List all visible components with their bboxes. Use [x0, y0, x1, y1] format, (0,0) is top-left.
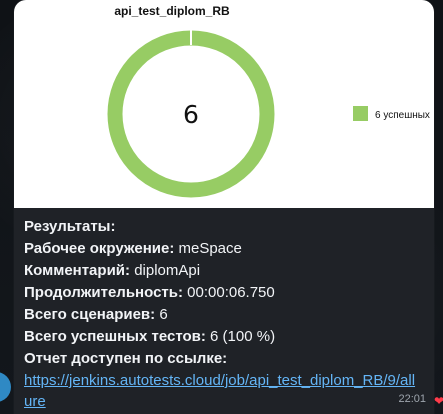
environment-line: Рабочее окружение: meSpace [24, 238, 426, 260]
legend-label-success: 6 успешных [375, 110, 430, 121]
message-bubble[interactable]: api_test_diplom_RB 6 6 успешных Результа… [14, 0, 434, 414]
scenarios-label: Всего сценариев: [24, 306, 156, 323]
allure-chart-image[interactable]: api_test_diplom_RB 6 6 успешных [14, 0, 434, 208]
report-link-label: Отчет доступен по ссылке: [24, 350, 228, 367]
legend-swatch-success [353, 106, 368, 121]
successful-tests-label: Всего успешных тестов: [24, 328, 206, 345]
scenarios-line: Всего сценариев: 6 [24, 304, 426, 326]
environment-value: meSpace [178, 240, 242, 257]
message-text: Результаты: Рабочее окружение: meSpace К… [24, 216, 426, 412]
center-value: 6 [183, 100, 199, 129]
donut-chart: 6 6 успешных [107, 30, 430, 198]
environment-label: Рабочее окружение: [24, 240, 175, 257]
comment-line: Комментарий: diplomApi [24, 260, 426, 282]
comment-label: Комментарий: [24, 262, 131, 279]
successful-tests-line: Всего успешных тестов: 6 (100 %) [24, 326, 426, 348]
duration-value: 00:00:06.750 [187, 284, 275, 301]
message-time: 22:01 [398, 393, 426, 405]
allure-report-link[interactable]: https://jenkins.autotests.cloud/job/api_… [24, 370, 422, 412]
results-heading: Результаты: [24, 218, 116, 235]
successful-tests-value: 6 (100 %) [210, 328, 276, 345]
duration-line: Продолжительность: 00:00:06.750 [24, 282, 426, 304]
scenarios-value: 6 [159, 306, 168, 323]
comment-value: diplomApi [134, 262, 201, 279]
heart-icon[interactable]: ❤ [434, 396, 443, 406]
duration-label: Продолжительность: [24, 284, 183, 301]
